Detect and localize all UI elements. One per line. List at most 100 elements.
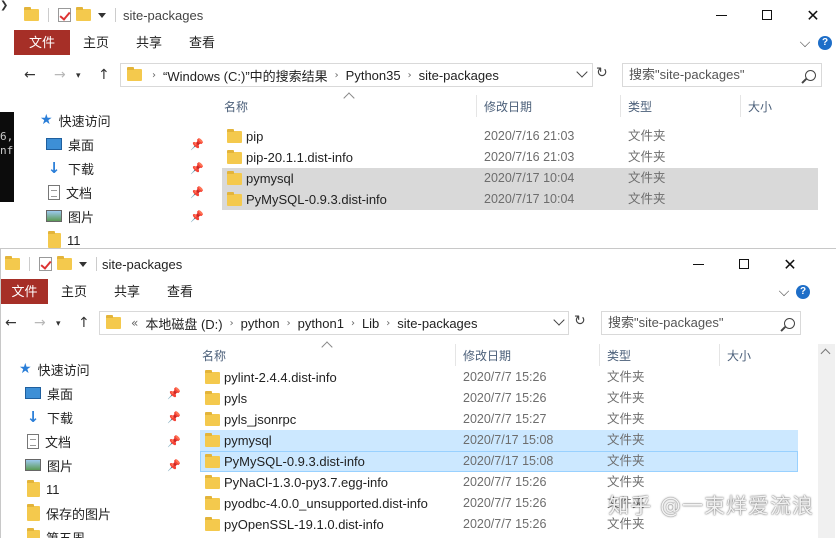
sidebar-item-desktop[interactable]: 桌面 <box>25 382 73 404</box>
sidebar-item-saved-pictures[interactable]: 保存的图片 <box>27 502 111 524</box>
sidebar-item-quick-access[interactable]: ★ 快速访问 <box>40 109 111 131</box>
column-divider[interactable] <box>455 344 456 366</box>
sidebar-item-week-five[interactable]: 第五周 <box>27 526 85 538</box>
chevron-right-icon[interactable]: › <box>404 70 416 81</box>
breadcrumb-site-packages[interactable]: site-packages <box>416 68 502 83</box>
scroll-up-icon[interactable] <box>820 348 831 359</box>
column-header-name[interactable]: 名称 <box>224 98 248 115</box>
vertical-scrollbar[interactable] <box>818 344 835 538</box>
pin-icon[interactable]: 📌 <box>167 459 181 472</box>
table-row[interactable]: pip-20.1.1.dist-info 2020/7/16 21:03 文件夹 <box>222 147 818 168</box>
close-button[interactable]: ✕ <box>767 249 813 279</box>
forward-arrow-icon[interactable]: → <box>54 67 66 83</box>
title-bar[interactable]: site-packages ✕ <box>1 249 836 279</box>
tab-home[interactable]: 主页 <box>76 30 116 55</box>
minimize-button[interactable] <box>675 249 721 279</box>
maximize-button[interactable] <box>744 0 790 30</box>
pin-icon[interactable]: 📌 <box>190 186 204 199</box>
breadcrumb-search-results[interactable]: “Windows (C:)”中的搜索结果 <box>160 66 331 85</box>
explorer-window-back[interactable]: site-packages ✕ 文件 主页 共享 查看 ? ← → ▾ ↑ › … <box>14 0 836 250</box>
up-arrow-icon[interactable]: ↑ <box>78 315 90 331</box>
column-header-date[interactable]: 修改日期 <box>484 98 532 115</box>
table-row-focused[interactable]: PyMySQL-0.9.3.dist-info 2020/7/17 15:08 … <box>200 451 798 472</box>
forward-arrow-icon[interactable]: → <box>34 315 46 331</box>
tab-home[interactable]: 主页 <box>54 279 94 304</box>
sidebar-item-11[interactable]: 11 <box>27 478 60 500</box>
table-row-selected[interactable]: PyMySQL-0.9.3.dist-info 2020/7/17 10:04 … <box>222 189 818 210</box>
sidebar-item-desktop[interactable]: 桌面 <box>46 133 94 155</box>
table-row[interactable]: pip 2020/7/16 21:03 文件夹 <box>222 126 818 147</box>
pin-icon[interactable]: 📌 <box>190 210 204 223</box>
maximize-button[interactable] <box>721 249 767 279</box>
pin-icon[interactable]: 📌 <box>167 411 181 424</box>
table-row-selected[interactable]: pymysql 2020/7/17 15:08 文件夹 <box>200 430 798 451</box>
breadcrumb-site-packages[interactable]: site-packages <box>394 316 480 331</box>
column-header-date[interactable]: 修改日期 <box>463 347 511 364</box>
pin-icon[interactable]: 📌 <box>190 162 204 175</box>
pin-icon[interactable]: 📌 <box>190 138 204 151</box>
sidebar-item-downloads[interactable]: ↓ 下载 <box>46 157 94 179</box>
column-divider[interactable] <box>740 95 741 117</box>
column-divider[interactable] <box>719 344 720 366</box>
table-row[interactable]: pylint-2.4.4.dist-info 2020/7/7 15:26 文件… <box>200 367 798 388</box>
search-input[interactable]: 搜索"site-packages" <box>601 311 801 335</box>
address-bar[interactable]: › “Windows (C:)”中的搜索结果 › Python35 › site… <box>120 63 593 87</box>
search-icon[interactable] <box>784 318 795 329</box>
column-header-type[interactable]: 类型 <box>628 98 652 115</box>
recent-locations-icon[interactable]: ▾ <box>56 319 61 329</box>
column-header-type[interactable]: 类型 <box>607 347 631 364</box>
new-folder-icon[interactable] <box>76 7 91 21</box>
expand-ribbon-icon[interactable] <box>778 285 790 297</box>
table-row[interactable]: pyls_jsonrpc 2020/7/7 15:27 文件夹 <box>200 409 798 430</box>
sidebar-item-pictures[interactable]: 图片 <box>25 454 73 476</box>
customize-quick-access-icon[interactable] <box>79 261 87 267</box>
chevron-right-icon[interactable]: › <box>148 70 160 81</box>
chevron-right-icon[interactable]: › <box>226 318 238 329</box>
new-folder-icon[interactable] <box>57 256 72 270</box>
column-divider[interactable] <box>599 344 600 366</box>
properties-icon[interactable] <box>39 257 52 271</box>
minimize-button[interactable] <box>698 0 744 30</box>
up-arrow-icon[interactable]: ↑ <box>98 67 110 83</box>
chevron-right-icon[interactable]: › <box>382 318 394 329</box>
back-arrow-icon[interactable]: ← <box>5 315 17 331</box>
refresh-icon[interactable]: ↻ <box>596 65 608 81</box>
recent-locations-icon[interactable]: ▾ <box>76 71 81 81</box>
tab-file[interactable]: 文件 <box>14 30 70 55</box>
sidebar-item-quick-access[interactable]: ★ 快速访问 <box>19 358 90 380</box>
table-row-selected[interactable]: pymysql 2020/7/17 10:04 文件夹 <box>222 168 818 189</box>
breadcrumb-python[interactable]: python <box>238 316 283 331</box>
sidebar-item-11[interactable]: 11 <box>48 229 81 250</box>
expand-ribbon-icon[interactable] <box>799 36 811 48</box>
column-header-size[interactable]: 大小 <box>748 98 772 115</box>
table-row[interactable]: pyls 2020/7/7 15:26 文件夹 <box>200 388 798 409</box>
pin-icon[interactable]: 📌 <box>167 387 181 400</box>
properties-icon[interactable] <box>58 8 71 22</box>
back-arrow-icon[interactable]: ← <box>24 67 36 83</box>
column-divider[interactable] <box>620 95 621 117</box>
tab-share[interactable]: 共享 <box>107 279 147 304</box>
column-header-size[interactable]: 大小 <box>727 347 751 364</box>
help-icon[interactable]: ? <box>796 285 810 299</box>
refresh-icon[interactable]: ↻ <box>574 313 586 329</box>
address-dropdown-icon[interactable] <box>576 66 588 78</box>
breadcrumb-local-disk[interactable]: 本地磁盘 (D:) <box>142 314 225 333</box>
address-dropdown-icon[interactable] <box>553 314 565 326</box>
breadcrumb-python35[interactable]: Python35 <box>343 68 404 83</box>
sidebar-item-pictures[interactable]: 图片 <box>46 205 94 227</box>
chevron-right-icon[interactable]: › <box>347 318 359 329</box>
pin-icon[interactable]: 📌 <box>167 435 181 448</box>
search-icon[interactable] <box>805 70 816 81</box>
sidebar-item-documents[interactable]: 文档 <box>48 181 92 203</box>
tab-share[interactable]: 共享 <box>129 30 169 55</box>
breadcrumb-python1[interactable]: python1 <box>295 316 347 331</box>
tab-file[interactable]: 文件 <box>1 279 48 304</box>
close-button[interactable]: ✕ <box>790 0 836 30</box>
sidebar-item-documents[interactable]: 文档 <box>27 430 71 452</box>
help-icon[interactable]: ? <box>818 36 832 50</box>
column-divider[interactable] <box>476 95 477 117</box>
title-bar[interactable]: site-packages ✕ <box>14 0 836 30</box>
sidebar-item-downloads[interactable]: ↓ 下载 <box>25 406 73 428</box>
breadcrumb-lib[interactable]: Lib <box>359 316 382 331</box>
address-bar[interactable]: « 本地磁盘 (D:) › python › python1 › Lib › s… <box>99 311 569 335</box>
